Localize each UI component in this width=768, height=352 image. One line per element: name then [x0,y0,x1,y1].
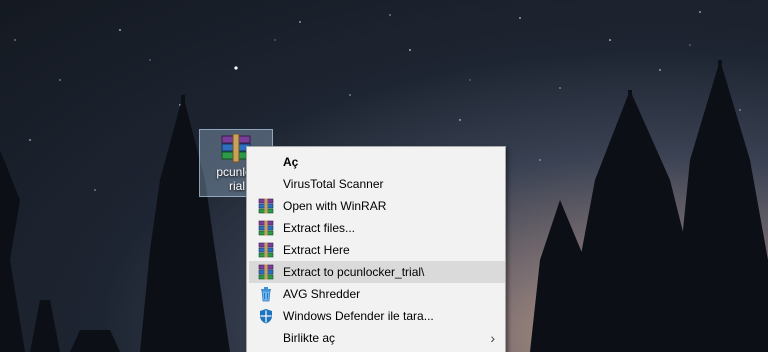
menu-item-open-with-winrar[interactable]: Open with WinRAR [249,195,505,217]
menu-item-label: AVG Shredder [283,287,361,301]
menu-item-open-with[interactable]: Birlikte aç › [249,327,505,349]
menu-item-extract-files[interactable]: Extract files... [249,217,505,239]
menu-item-open[interactable]: Aç [249,151,505,173]
winrar-icon [258,220,274,236]
chevron-right-icon: › [490,330,495,346]
menu-item-extract-here[interactable]: Extract Here [249,239,505,261]
menu-item-extract-to-folder[interactable]: Extract to pcunlocker_trial\ [249,261,505,283]
winrar-icon [258,264,274,280]
menu-item-label: VirusTotal Scanner [283,177,384,191]
menu-item-avg-shredder[interactable]: AVG Shredder [249,283,505,305]
menu-item-label: Extract files... [283,221,356,235]
menu-item-label: Windows Defender ile tara... [283,309,434,323]
desktop: pcunloc rial Aç VirusTotal Scanner Open wi… [0,0,768,352]
defender-shield-icon [258,308,274,324]
menu-item-label: Open with WinRAR [283,199,387,213]
winrar-icon [258,242,274,258]
menu-item-label: Aç [283,155,299,169]
menu-item-windows-defender-scan[interactable]: Windows Defender ile tara... [249,305,505,327]
menu-item-label: Extract to pcunlocker_trial\ [283,265,425,279]
context-menu: Aç VirusTotal Scanner Open with WinRAR Extr… [246,146,506,352]
menu-item-label: Birlikte aç [283,331,336,345]
trash-icon [258,286,274,302]
menu-item-label: Extract Here [283,243,350,257]
winrar-icon [258,198,274,214]
menu-item-virustotal-scanner[interactable]: VirusTotal Scanner [249,173,505,195]
